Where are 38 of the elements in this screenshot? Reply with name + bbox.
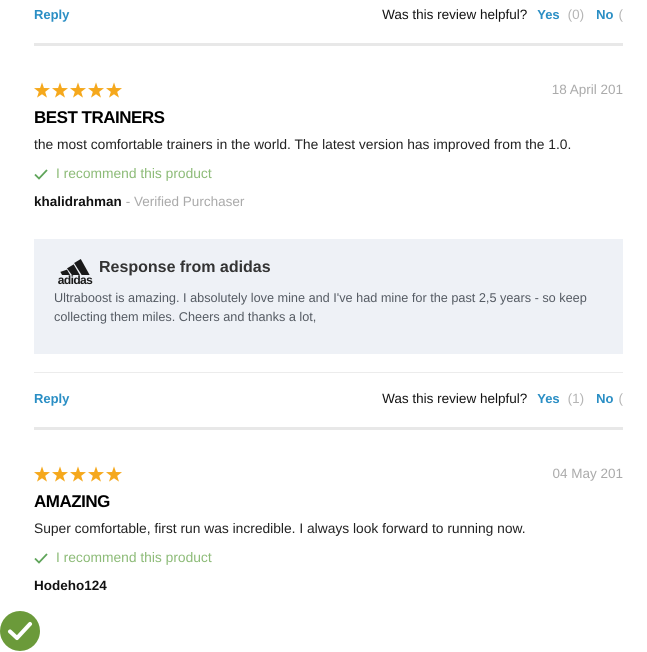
vote-count: (0) xyxy=(568,6,584,24)
logo-wordmark: adidas xyxy=(58,275,92,286)
author-name: khalidrahman xyxy=(34,192,122,211)
verified-purchaser-label: - Verified Purchaser xyxy=(126,192,244,211)
yes-vote-link[interactable]: Yes xyxy=(537,389,560,409)
response-text: Ultraboost is amazing. I absolutely love mine and I've had mine for the past 2,5 years - so keep collecting them miles. Cheers and thanks a lot, xyxy=(54,290,588,326)
reply-link[interactable]: Reply xyxy=(34,389,70,409)
review-body: Super comfortable, first run was incredible. I always look forward to running now. xyxy=(34,520,527,538)
review-title: BEST TRAINERS xyxy=(34,108,166,128)
helpful-question: Was this review helpful? xyxy=(382,6,528,24)
review-title: AMAZING xyxy=(34,492,111,512)
star-icon xyxy=(34,466,50,482)
recommend-text: I recommend this product xyxy=(56,164,212,183)
no-vote-link[interactable]: No xyxy=(596,389,614,409)
recommend-text: I recommend this product xyxy=(56,548,212,567)
star-icon xyxy=(34,82,50,98)
check-badge-icon xyxy=(0,611,40,651)
review-date: 04 May 201 xyxy=(552,464,623,483)
star-icon xyxy=(88,82,104,98)
review-date: 18 April 201 xyxy=(552,80,623,99)
review-body: the most comfortable trainers in the world. The latest version has improved from the 1.0. xyxy=(34,136,572,154)
three-bars-icon xyxy=(60,259,90,275)
vote-count: ( xyxy=(618,390,623,408)
star-icon xyxy=(88,466,104,482)
star-icon xyxy=(52,466,68,482)
star-icon xyxy=(106,82,122,98)
helpful-question: Was this review helpful? xyxy=(382,390,528,408)
star-icon xyxy=(70,82,86,98)
vote-count: (1) xyxy=(568,390,584,408)
yes-vote-link[interactable]: Yes xyxy=(537,5,560,25)
vote-count: ( xyxy=(618,6,623,24)
reply-link[interactable]: Reply xyxy=(34,5,70,25)
star-icon xyxy=(52,82,68,98)
no-vote-link[interactable]: No xyxy=(596,5,614,25)
author-name: Hodeho124 xyxy=(34,576,107,595)
response-heading: Response from adidas xyxy=(99,259,271,277)
star-icon xyxy=(70,466,86,482)
star-icon xyxy=(106,466,122,482)
